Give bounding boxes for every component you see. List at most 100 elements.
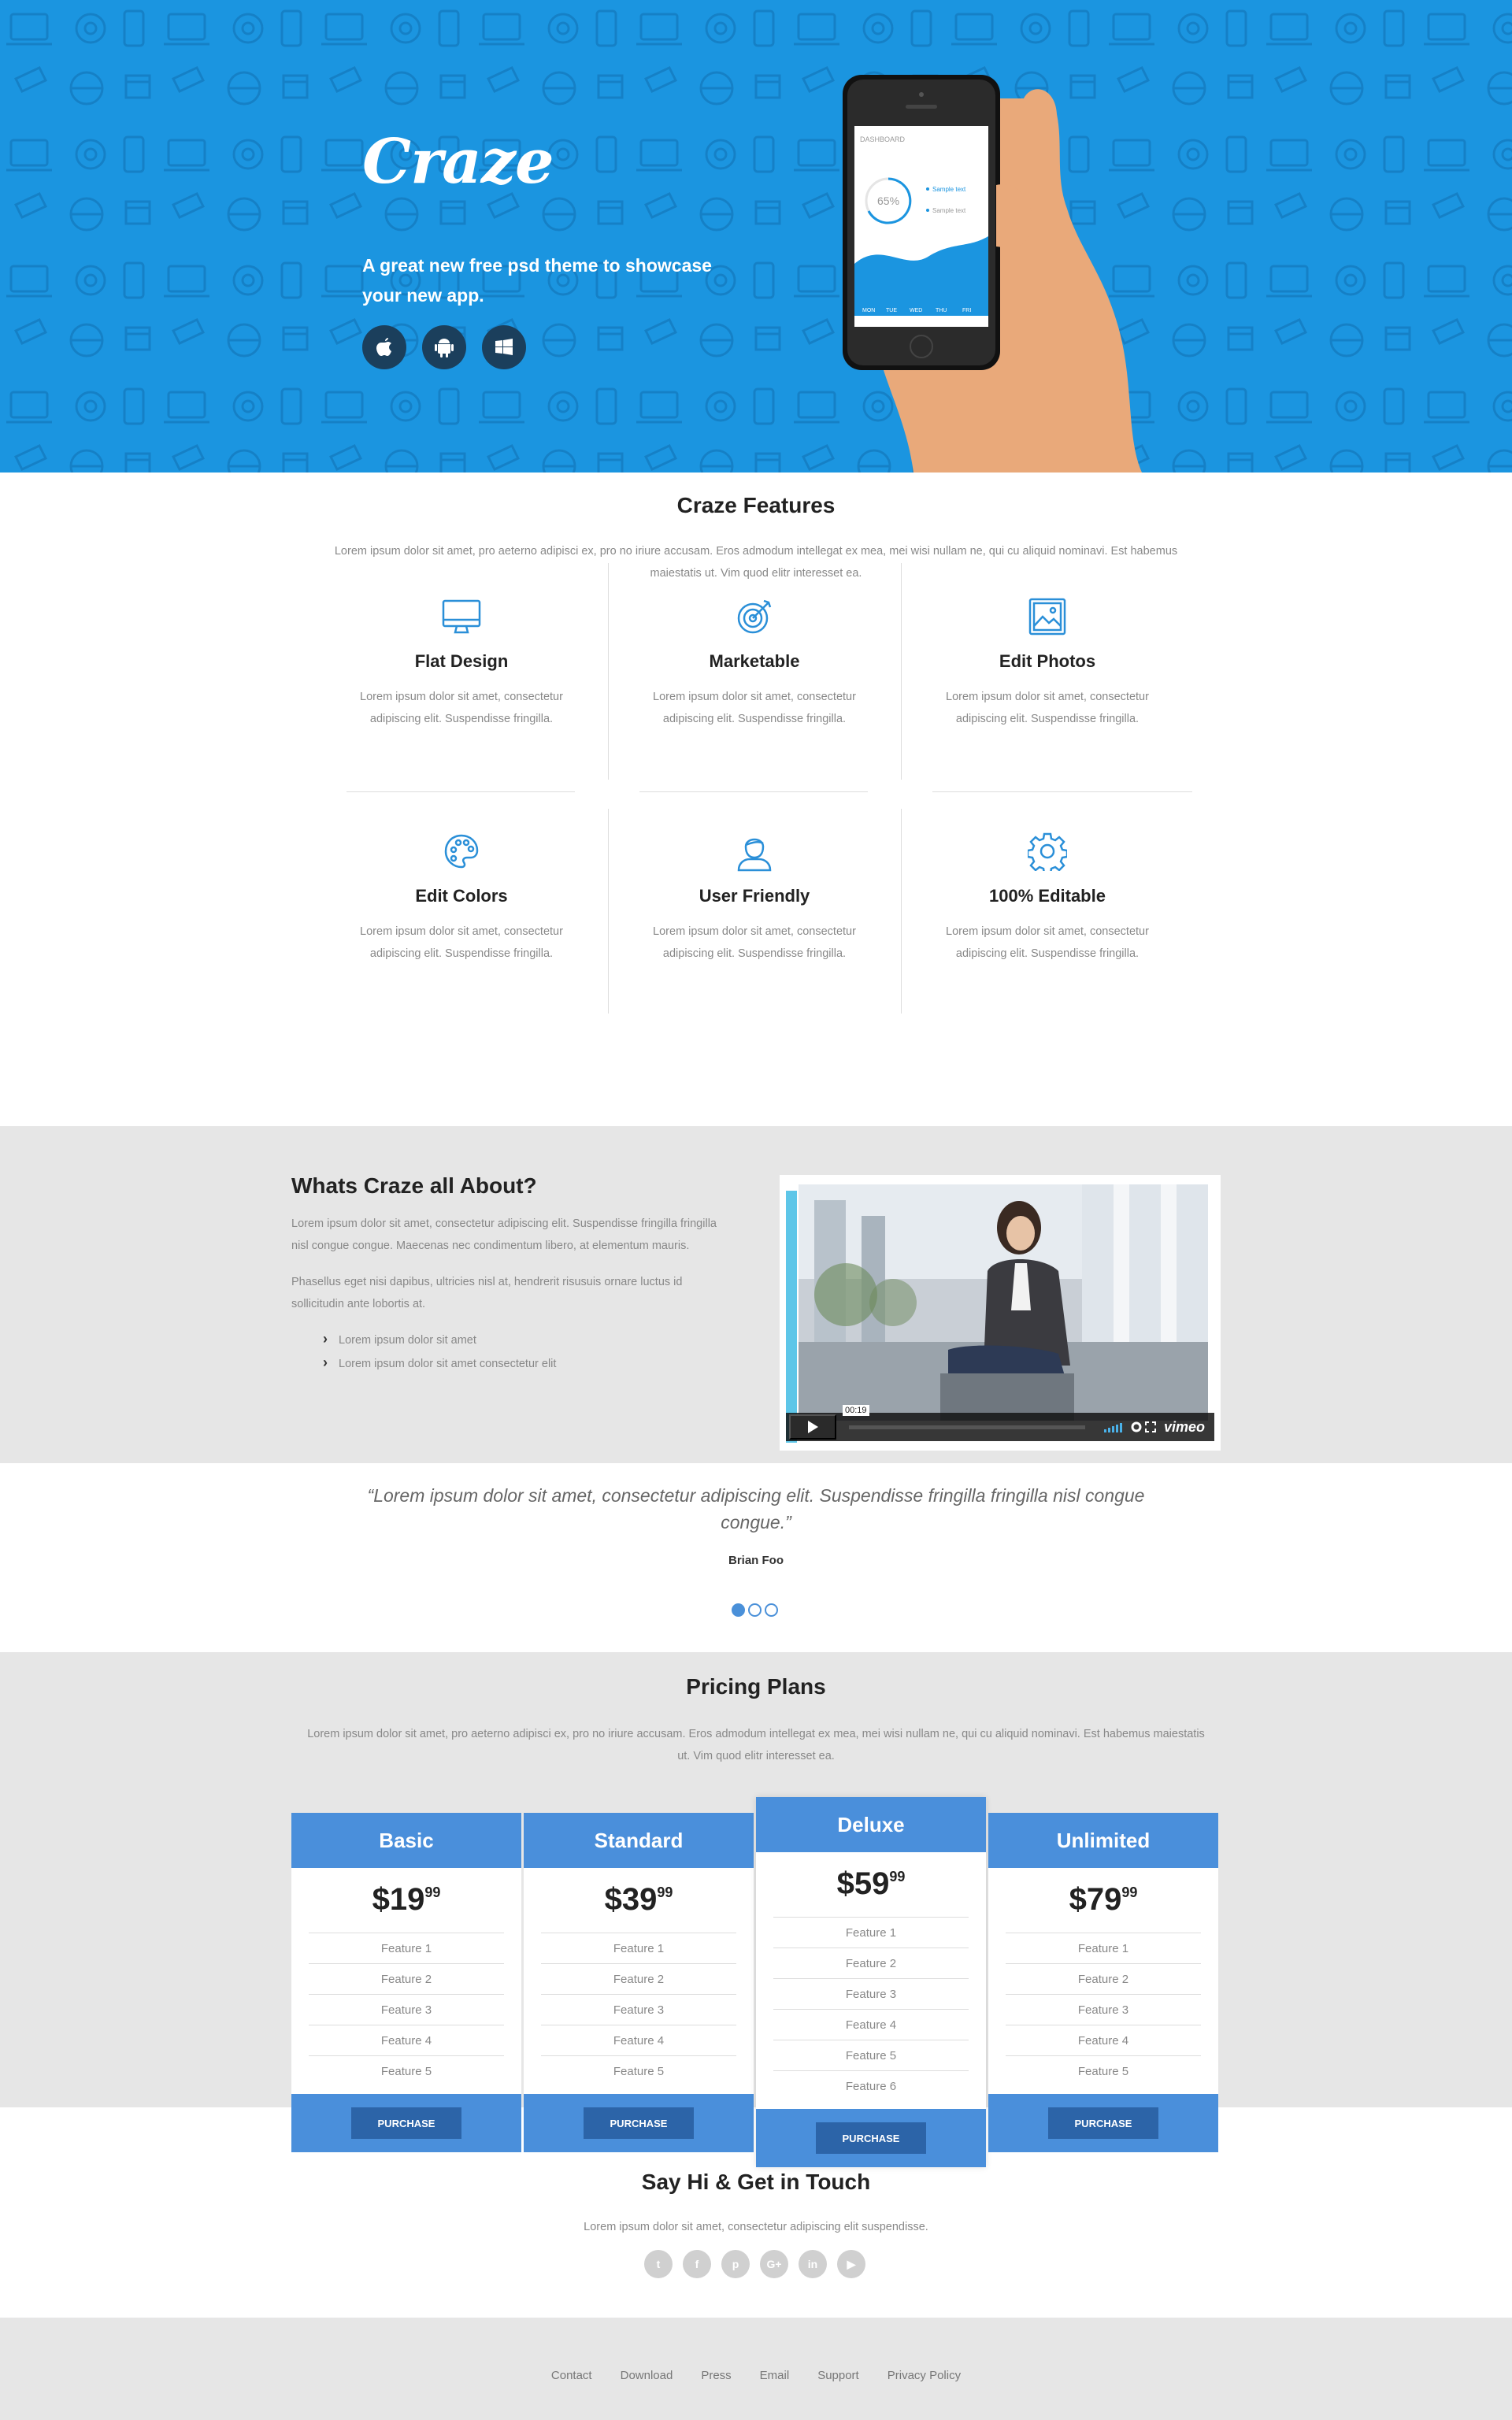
plan-feature: Feature 1 [541,1933,736,1963]
plan-price: $3999 [524,1868,754,1933]
plan-feature: Feature 5 [309,2055,504,2086]
pricing-plan-basic: Basic $1999 Feature 1 Feature 2 Feature … [291,1813,521,2152]
contact-title: Say Hi & Get in Touch [641,2170,871,2194]
contact-text: Lorem ipsum dolor sit amet, consectetur … [584,2221,928,2233]
footer-link-press[interactable]: Press [687,2369,745,2382]
hero-icon-pattern [0,0,1512,473]
plan-feature: Feature 5 [773,2040,969,2070]
phone-day-mon: MON [862,308,875,313]
plan-feature: Feature 6 [773,2070,969,2101]
facebook-icon[interactable]: f [683,2250,711,2278]
pricing-plan-deluxe: Deluxe $5999 Feature 1 Feature 2 Feature… [756,1797,986,2167]
feature-text: Lorem ipsum dolor sit amet, consectetur … [946,925,1149,960]
plan-feature: Feature 2 [541,1963,736,1994]
carousel-dot-1[interactable] [732,1603,745,1617]
footer-link-contact[interactable]: Contact [537,2369,606,2382]
carousel-dot-2[interactable] [748,1603,762,1617]
fullscreen-icon[interactable] [1145,1421,1156,1432]
plan-feature: Feature 1 [1006,1933,1201,1963]
footer-link-support[interactable]: Support [803,2369,873,2382]
price-cents: 99 [657,1884,673,1900]
footer-link-privacy[interactable]: Privacy Policy [873,2369,975,2382]
about-title: Whats Craze all About? [291,1173,537,1198]
video-timestamp: 00:19 [843,1405,869,1416]
plan-feature: Feature 4 [773,2009,969,2040]
about-section: Whats Craze all About? Lorem ipsum dolor… [0,1126,1512,1463]
video-player[interactable]: 00:19 vimeo [780,1175,1221,1451]
feature-title: Edit Photos [999,651,1096,671]
video-thumbnail[interactable] [799,1184,1208,1421]
picture-icon [901,595,1194,639]
hero-section: Craze A great new free psd theme to show… [0,0,1512,473]
plan-footer: PURCHASE [524,2094,754,2152]
google-plus-icon[interactable]: G+ [760,2250,788,2278]
gear-icon [901,829,1194,873]
about-list: Lorem ipsum dolor sit amet Lorem ipsum d… [291,1328,717,1375]
list-item: Lorem ipsum dolor sit amet consectetur e… [323,1351,717,1375]
play-button[interactable] [789,1414,836,1440]
plan-feature: Feature 3 [541,1994,736,2025]
footer-link-email[interactable]: Email [746,2369,804,2382]
pricing-intro: Lorem ipsum dolor sit amet, pro aeterno … [307,1728,1205,1762]
feature-100-editable: 100% Editable Lorem ipsum dolor sit amet… [901,829,1194,965]
plan-name: Deluxe [756,1797,986,1852]
craze-logo[interactable]: Craze [362,126,554,198]
feature-edit-colors: Edit Colors Lorem ipsum dolor sit amet, … [315,829,608,965]
pinterest-icon[interactable]: p [721,2250,750,2278]
plan-feature: Feature 2 [1006,1963,1201,1994]
plan-feature: Feature 5 [1006,2055,1201,2086]
phone-day-fri: FRI [962,308,971,313]
features-section: Craze Features Lorem ipsum dolor sit ame… [0,473,1512,1126]
play-icon [808,1421,818,1433]
phone-screen-title: DASHBOARD [860,135,906,143]
social-links: t f p G+ in ▶ [644,2250,865,2278]
testimonial-quote: “Lorem ipsum dolor sit amet, consectetur… [367,1485,1145,1532]
feature-title: Edit Colors [415,886,508,906]
twitter-icon[interactable]: t [644,2250,673,2278]
phone-screen-percent: 65% [877,195,899,207]
list-item: Lorem ipsum dolor sit amet [323,1328,717,1351]
linkedin-icon[interactable]: in [799,2250,827,2278]
price-dollars: $39 [604,1882,658,1917]
plan-price: $5999 [756,1852,986,1917]
palette-icon [315,829,608,873]
carousel-dot-3[interactable] [765,1603,778,1617]
feature-text: Lorem ipsum dolor sit amet, consectetur … [653,691,856,725]
purchase-button[interactable]: PURCHASE [351,2107,461,2139]
plan-footer: PURCHASE [291,2094,521,2152]
plan-feature: Feature 2 [309,1963,504,1994]
divider [932,791,1192,792]
about-paragraph: Phasellus eget nisi dapibus, ultricies n… [291,1276,683,1310]
price-cents: 99 [1121,1884,1138,1900]
purchase-button[interactable]: PURCHASE [1048,2107,1158,2139]
video-progress-bar[interactable] [849,1425,1085,1429]
plan-feature: Feature 4 [309,2025,504,2055]
vimeo-logo[interactable]: vimeo [1164,1419,1205,1436]
feature-title: Flat Design [414,651,509,671]
apple-icon[interactable] [362,325,406,369]
purchase-button[interactable]: PURCHASE [816,2122,926,2154]
windows-icon[interactable] [482,325,526,369]
price-dollars: $59 [836,1866,890,1901]
footer-nav: Contact Download Press Email Support Pri… [0,2369,1512,2382]
pricing-plan-standard: Standard $3999 Feature 1 Feature 2 Featu… [524,1813,754,2152]
about-paragraph: Lorem ipsum dolor sit amet, consectetur … [291,1217,717,1252]
settings-icon[interactable] [1131,1421,1142,1432]
purchase-button[interactable]: PURCHASE [584,2107,694,2139]
testimonial-author: Brian Foo [728,1554,784,1567]
plan-feature: Feature 5 [541,2055,736,2086]
price-cents: 99 [889,1869,906,1884]
feature-user-friendly: User Friendly Lorem ipsum dolor sit amet… [608,829,901,965]
phone-day-thu: THU [936,308,947,313]
phone-day-wed: WED [910,308,922,313]
feature-marketable: Marketable Lorem ipsum dolor sit amet, c… [608,595,901,730]
youtube-icon[interactable]: ▶ [837,2250,865,2278]
plan-name: Basic [291,1813,521,1868]
feature-edit-photos: Edit Photos Lorem ipsum dolor sit amet, … [901,595,1194,730]
footer-link-download[interactable]: Download [606,2369,687,2382]
plan-feature: Feature 2 [773,1947,969,1978]
volume-icon[interactable] [1104,1421,1128,1432]
about-text: Whats Craze all About? Lorem ipsum dolor… [291,1173,717,1375]
plan-price: $7999 [988,1868,1218,1933]
android-icon[interactable] [422,325,466,369]
